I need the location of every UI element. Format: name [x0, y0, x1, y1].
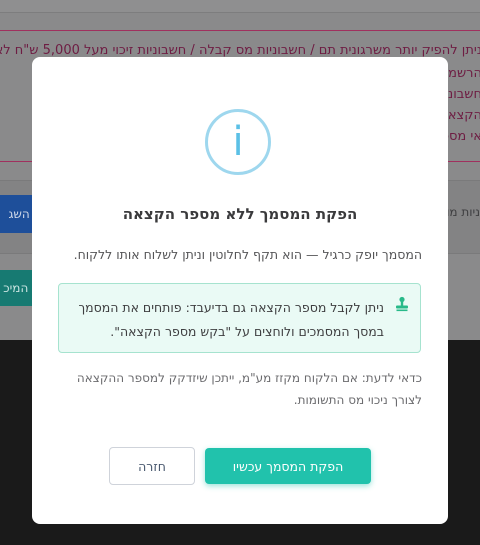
dialog-body-text: המסמך יופק כרגיל — הוא תקף לחלוטין וניתן…	[73, 247, 422, 262]
stamp-icon	[396, 296, 408, 312]
dialog-note: כדאי לדעת: אם הלקוח מקזז מע"מ, ייתכן שיז…	[76, 371, 422, 407]
issue-document-button[interactable]: הפקת המסמך עכשיו	[205, 448, 371, 484]
back-button[interactable]: חזרה	[109, 447, 195, 485]
info-icon: i	[205, 109, 271, 175]
background-topbar	[0, 0, 480, 13]
allocation-dialog: i הפקת המסמך ללא מספר הקצאה המסמך יופק כ…	[32, 57, 448, 524]
background-alert-line: ניתן להפיק יותר משרגונית תם / חשבוניות מ…	[0, 43, 480, 58]
info-icon-glyph: i	[232, 119, 244, 165]
tip-box: ניתן לקבל מספר הקצאה גם בדיעבד: פותחים א…	[58, 283, 421, 353]
dialog-title: הפקת המסמך ללא מספר הקצאה	[122, 205, 358, 223]
tip-text: ניתן לקבל מספר הקצאה גם בדיעבד: פותחים א…	[78, 300, 384, 339]
